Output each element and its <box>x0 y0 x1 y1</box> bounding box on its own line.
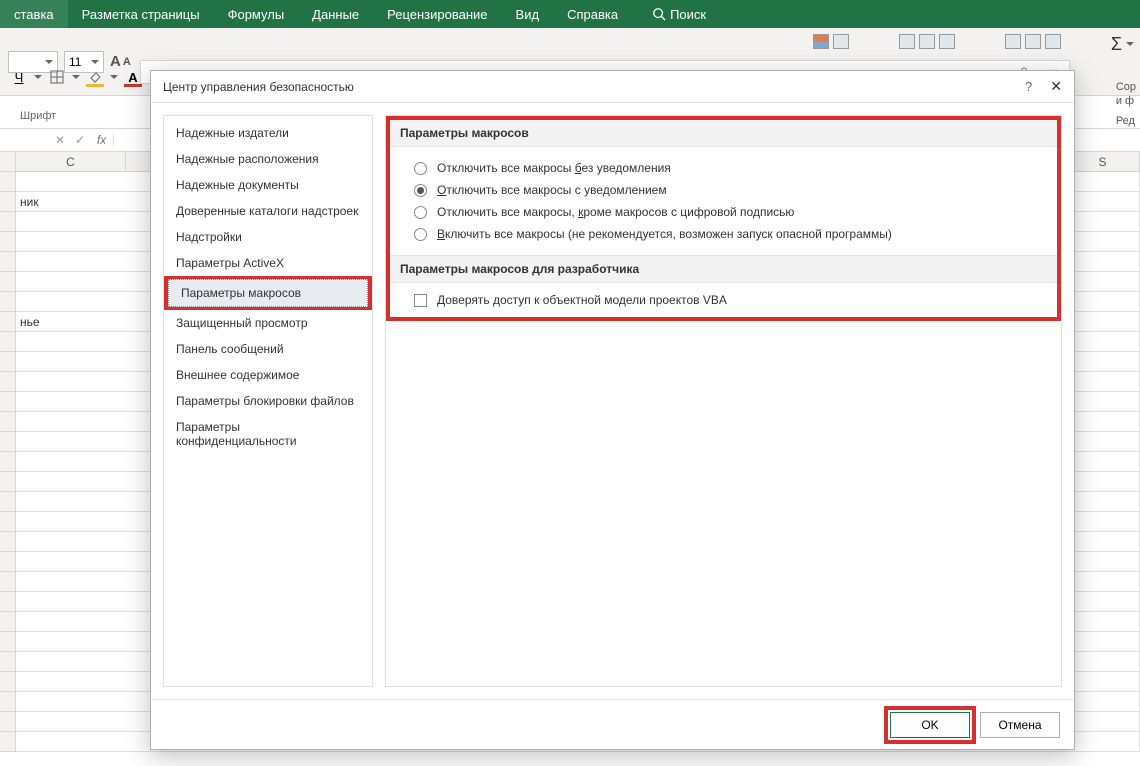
radio-icon <box>414 206 427 219</box>
conditional-format-icon[interactable] <box>813 34 829 49</box>
nav-macro-settings[interactable]: Параметры макросов <box>168 279 368 307</box>
cells-icon[interactable] <box>1005 34 1021 49</box>
nav-trusted-locations[interactable]: Надежные расположения <box>164 146 372 172</box>
nav-trusted-publishers[interactable]: Надежные издатели <box>164 120 372 146</box>
nav-panel: Надежные издатели Надежные расположения … <box>163 115 373 687</box>
dialog-close-button[interactable]: ✕ <box>1050 78 1062 95</box>
caret-down-icon[interactable] <box>110 75 118 79</box>
insert-cells-icon[interactable] <box>899 34 915 49</box>
highlight-content: Параметры макросов Отключить все макросы… <box>386 116 1061 321</box>
highlight-macros-nav: Параметры макросов <box>164 276 372 310</box>
radio-icon <box>414 162 427 175</box>
content-panel: Параметры макросов Отключить все макросы… <box>385 115 1062 687</box>
checkbox-label: Доверять доступ к объектной модели проек… <box>437 293 727 307</box>
trust-center-dialog: Центр управления безопасностью ? ✕ Надеж… <box>150 70 1075 750</box>
delete-cells-icon[interactable] <box>919 34 935 49</box>
ok-button[interactable]: OK <box>890 712 970 738</box>
checkbox-icon <box>414 294 427 307</box>
radio-icon <box>414 184 427 197</box>
radio-label: Отключить все макросы с уведомлением <box>437 183 667 197</box>
cancel-formula-icon[interactable]: ✕ <box>50 133 70 147</box>
caret-down-icon[interactable] <box>34 75 42 79</box>
section-developer-macro: Параметры макросов для разработчика <box>390 255 1057 283</box>
trust-vba-checkbox-row[interactable]: Доверять доступ к объектной модели проек… <box>390 283 1057 317</box>
ribbon-search[interactable]: Поиск <box>632 0 720 28</box>
ribbon-tab-review[interactable]: Рецензирование <box>373 0 501 28</box>
frag1: Сор <box>1116 80 1136 94</box>
dialog-title: Центр управления безопасностью <box>163 80 354 94</box>
nav-file-block[interactable]: Параметры блокировки файлов <box>164 388 372 414</box>
ribbon-tab-data[interactable]: Данные <box>298 0 373 28</box>
radio-label: Отключить все макросы, кроме макросов с … <box>437 205 794 219</box>
table-format-icon[interactable] <box>833 34 849 49</box>
ribbon-tab-view[interactable]: Вид <box>502 0 554 28</box>
macro-radio-group: Отключить все макросы без уведомления От… <box>390 147 1057 255</box>
radio-enable-all[interactable]: Включить все макросы (не рекомендуется, … <box>414 223 1033 245</box>
bucket-icon <box>88 70 102 84</box>
nav-trusted-documents[interactable]: Надежные документы <box>164 172 372 198</box>
ribbon-tab-pagelayout[interactable]: Разметка страницы <box>68 0 214 28</box>
nav-protected-view[interactable]: Защищенный просмотр <box>164 310 372 336</box>
search-label: Поиск <box>670 7 706 22</box>
radio-label: Включить все макросы (не рекомендуется, … <box>437 227 892 241</box>
nav-activex-settings[interactable]: Параметры ActiveX <box>164 250 372 276</box>
accept-formula-icon[interactable]: ✓ <box>70 133 90 147</box>
fx-button[interactable]: fx <box>90 133 114 147</box>
dialog-help-button[interactable]: ? <box>1025 79 1032 94</box>
cells-icon-3[interactable] <box>1045 34 1061 49</box>
ribbon-tab-insert[interactable]: ставка <box>0 0 68 28</box>
border-button[interactable] <box>46 66 68 88</box>
toolbar-right-group: Σ <box>813 34 1134 55</box>
radio-disable-except-signed[interactable]: Отключить все макросы, кроме макросов с … <box>414 201 1033 223</box>
radio-label: Отключить все макросы без уведомления <box>437 161 671 175</box>
ribbon-tab-help[interactable]: Справка <box>553 0 632 28</box>
search-icon <box>652 7 666 21</box>
cancel-button[interactable]: Отмена <box>980 712 1060 738</box>
nav-privacy-options[interactable]: Параметры конфиденциальности <box>164 414 372 454</box>
radio-disable-no-notif[interactable]: Отключить все макросы без уведомления <box>414 157 1033 179</box>
ribbon-tabs: ставка Разметка страницы Формулы Данные … <box>0 0 1140 28</box>
cells-icon-2[interactable] <box>1025 34 1041 49</box>
right-fragment: Сор и ф Ред <box>1116 80 1136 128</box>
radio-disable-with-notif[interactable]: Отключить все макросы с уведомлением <box>414 179 1033 201</box>
group-label-font: Шрифт <box>20 110 56 122</box>
format-cells-icon[interactable] <box>939 34 955 49</box>
caret-down-icon[interactable] <box>72 75 80 79</box>
col-header-s[interactable]: S <box>1066 152 1140 171</box>
nav-addins[interactable]: Надстройки <box>164 224 372 250</box>
ribbon-tab-formulas[interactable]: Формулы <box>214 0 299 28</box>
frag3: Ред <box>1116 114 1136 128</box>
section-macro-settings: Параметры макросов <box>390 120 1057 147</box>
frag2: и ф <box>1116 94 1136 108</box>
nav-external-content[interactable]: Внешнее содержимое <box>164 362 372 388</box>
nav-trusted-addin-catalogs[interactable]: Доверенные каталоги надстроек <box>164 198 372 224</box>
dialog-titlebar: Центр управления безопасностью ? ✕ <box>151 71 1074 103</box>
caret-down-icon[interactable] <box>1126 42 1134 46</box>
fill-color-button[interactable] <box>84 66 106 88</box>
radio-icon <box>414 228 427 241</box>
col-header-c[interactable]: C <box>16 152 126 171</box>
autosum-icon[interactable]: Σ <box>1111 34 1122 55</box>
underline-button[interactable]: Ч <box>8 66 30 88</box>
border-icon <box>50 70 64 84</box>
nav-message-bar[interactable]: Панель сообщений <box>164 336 372 362</box>
dialog-footer: OK Отмена <box>151 699 1074 749</box>
